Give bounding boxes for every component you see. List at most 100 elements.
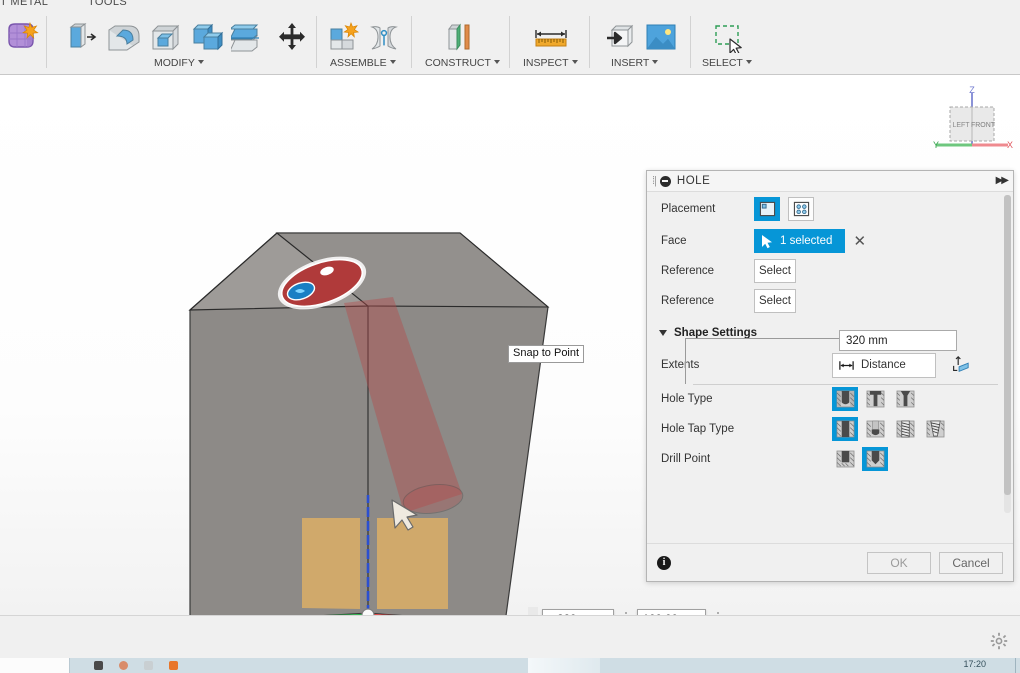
simple-hole-icon — [836, 390, 854, 408]
placement-row: Placement — [647, 192, 1013, 226]
dimension-callout-box[interactable]: 320 mm — [839, 330, 957, 351]
shell-button[interactable] — [143, 17, 187, 57]
ok-button[interactable]: OK — [867, 551, 931, 574]
hole-type-row: Hole Type — [647, 384, 1013, 414]
combine-button[interactable] — [185, 17, 229, 57]
settings-button[interactable] — [990, 632, 1008, 655]
cursor-arrow-icon — [762, 234, 772, 248]
taskbar-start-button[interactable] — [0, 658, 70, 673]
insert-derive-button[interactable] — [599, 17, 643, 57]
taskbar-app-4[interactable] — [169, 661, 178, 670]
taskbar-app-3[interactable] — [144, 661, 153, 670]
distance-icon — [839, 360, 854, 370]
ribbon-group-modify: MODIFY — [48, 13, 318, 74]
reference2-select-button[interactable]: Select — [754, 289, 796, 313]
clear-face-selection-icon[interactable]: ✕ — [853, 234, 866, 249]
hole-tap-type-row: Hole Tap Type — [647, 414, 1013, 444]
split-face-button[interactable] — [227, 17, 271, 57]
dialog-grip-icon[interactable]: ⁞| — [652, 175, 657, 187]
ribbon-group-assemble: ASSEMBLE — [318, 13, 413, 74]
taskbar-app-2[interactable] — [119, 661, 128, 670]
measure-button[interactable] — [529, 17, 573, 57]
hole-dialog-header[interactable]: ⁞| HOLE ▶▶ — [647, 171, 1013, 192]
canvas-image-button[interactable] — [639, 17, 683, 57]
hole-tap-type-label: Hole Tap Type — [661, 423, 735, 435]
reference1-select-button[interactable]: Select — [754, 259, 796, 283]
window-select-icon — [715, 25, 742, 53]
info-icon[interactable]: i — [657, 555, 671, 570]
expand-right-icon[interactable]: ▶▶ — [996, 175, 1009, 186]
counterbore-hole-button[interactable] — [862, 387, 888, 411]
create-form-button[interactable] — [0, 17, 44, 57]
simple-hole-button[interactable] — [832, 387, 858, 411]
modify-label-text: MODIFY — [154, 57, 195, 69]
press-pull-icon — [69, 23, 97, 48]
taper-tapped-button[interactable] — [922, 417, 948, 441]
fillet-button[interactable] — [101, 17, 145, 57]
tapped-button[interactable] — [892, 417, 918, 441]
single-hole-placement-button[interactable] — [754, 197, 780, 221]
dialog-scrollbar[interactable] — [1004, 195, 1011, 513]
origin-plane-xz — [377, 518, 448, 609]
hole-dialog[interactable]: ⁞| HOLE ▶▶ Placement Face 1 selected ✕ R… — [646, 170, 1014, 582]
insert-group-label[interactable]: INSERT — [611, 57, 659, 69]
new-component-button[interactable] — [322, 17, 366, 57]
combine-icon — [192, 23, 224, 51]
angle-drill-point-icon — [866, 450, 884, 468]
move-copy-button[interactable] — [270, 17, 314, 57]
origin-plane-yz — [302, 518, 360, 609]
flip-direction-icon[interactable] — [950, 355, 970, 375]
construct-group-label[interactable]: CONSTRUCT — [425, 57, 500, 69]
viewcube-face-left[interactable]: LEFT — [952, 122, 970, 129]
hole-dialog-footer: i OK Cancel — [647, 543, 1013, 581]
press-pull-button[interactable] — [60, 17, 104, 57]
countersink-hole-icon — [896, 390, 914, 408]
dimension-callout-leader — [685, 338, 840, 384]
joint-icon — [370, 26, 398, 50]
dimension-handle-left[interactable] — [528, 607, 538, 615]
split-face-icon — [231, 24, 259, 52]
viewport-canvas[interactable]: Snap to Point Z Y X LEFT FRONT 320 mm 10… — [0, 75, 1020, 615]
face-selection-button[interactable]: 1 selected — [754, 229, 846, 253]
offset-plane-button[interactable] — [439, 17, 483, 57]
cancel-button[interactable]: Cancel — [939, 551, 1003, 574]
ribbon-toolbar: T METAL TOOLS MODIFY ASSEMBLE CONSTRUCT … — [0, 0, 1020, 75]
flat-drill-point-button[interactable] — [832, 447, 858, 471]
clearance-tap-icon — [866, 420, 884, 438]
taskbar-show-desktop[interactable] — [1015, 658, 1016, 673]
drill-point-label: Drill Point — [661, 453, 711, 465]
taskbar-clock[interactable]: 17:20 — [963, 659, 986, 669]
inspect-group-label[interactable]: INSPECT — [523, 57, 578, 69]
hole-dialog-body: Placement Face 1 selected ✕ Reference Se… — [647, 192, 1013, 543]
taskbar-app-1[interactable] — [94, 661, 103, 670]
section-collapse-icon — [659, 330, 667, 336]
taskbar-items — [70, 661, 178, 670]
tab-sheet-metal[interactable]: T METAL — [0, 0, 48, 8]
countersink-hole-button[interactable] — [892, 387, 918, 411]
from-sketch-points-placement-button[interactable] — [788, 197, 814, 221]
viewcube-label-y: Y — [933, 140, 939, 150]
tab-tools[interactable]: TOOLS — [88, 0, 127, 8]
single-hole-placement-icon — [759, 201, 775, 217]
simple-tap-button[interactable] — [832, 417, 858, 441]
collapse-icon[interactable] — [659, 175, 671, 187]
clearance-tap-button[interactable] — [862, 417, 888, 441]
insert-label-text: INSERT — [611, 57, 650, 69]
select-group-label[interactable]: SELECT — [702, 57, 752, 69]
extents-dropdown[interactable]: Distance — [832, 352, 936, 378]
taper-tapped-icon — [926, 420, 944, 438]
os-taskbar: 17:20 — [0, 658, 1020, 673]
ribbon-group-insert: INSERT — [591, 13, 692, 74]
drill-point-row: Drill Point — [647, 444, 1013, 474]
ribbon-tab-strip: T METAL TOOLS — [0, 0, 1020, 13]
window-select-button[interactable] — [706, 17, 750, 57]
extents-value: Distance — [861, 359, 906, 371]
assemble-group-label[interactable]: ASSEMBLE — [330, 57, 396, 69]
modify-group-label[interactable]: MODIFY — [154, 57, 204, 69]
view-cube[interactable]: Z Y X LEFT FRONT — [930, 85, 1014, 157]
taskbar-active-window[interactable] — [528, 658, 600, 673]
joint-button[interactable] — [362, 17, 406, 57]
viewcube-face-front[interactable]: FRONT — [971, 122, 996, 129]
from-sketch-points-icon — [793, 201, 809, 217]
angle-drill-point-button[interactable] — [862, 447, 888, 471]
